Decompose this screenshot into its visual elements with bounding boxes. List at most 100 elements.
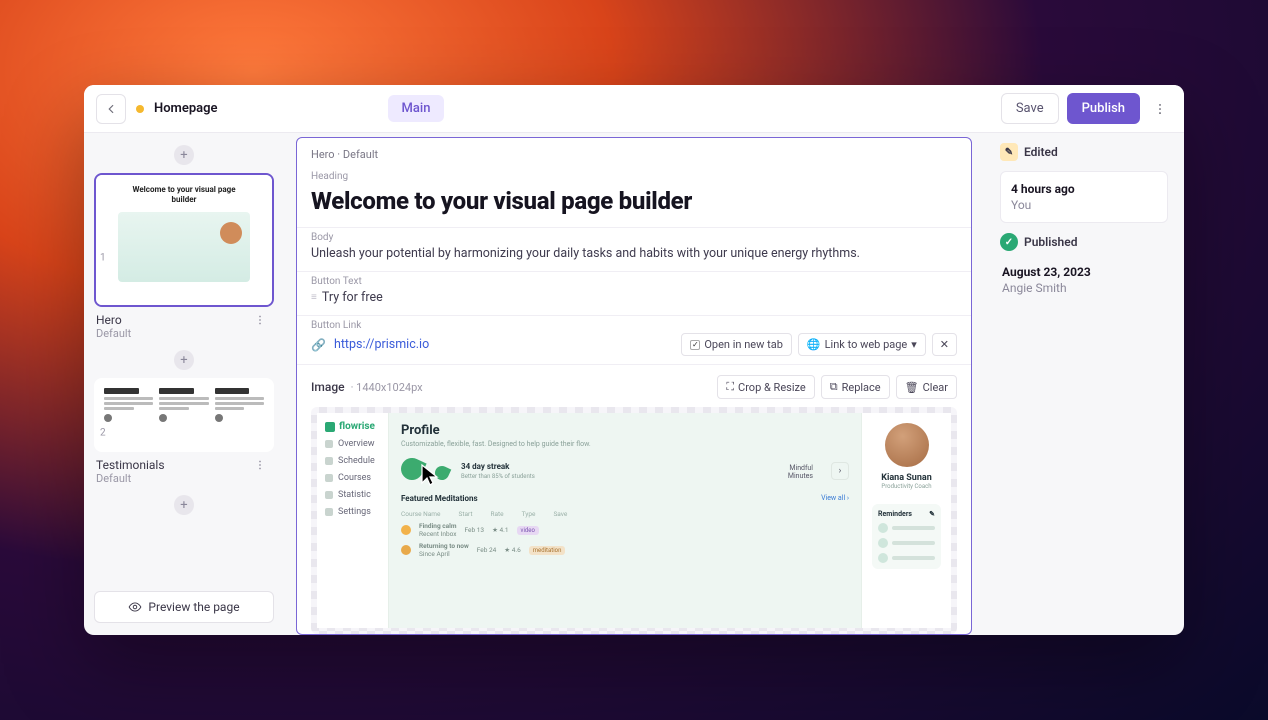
back-button[interactable]: [96, 94, 126, 124]
brand-logo-icon: [325, 422, 335, 432]
slice-menu-button[interactable]: [248, 459, 272, 471]
mock-chip: video: [517, 526, 539, 535]
slice-rail: + 1 Welcome to your visual pagebuilder H…: [84, 133, 284, 635]
mock-reminders-heading: Reminders: [878, 510, 912, 518]
crop-resize-button[interactable]: ⛶ Crop & Resize: [717, 375, 814, 399]
mock-nav-item: Overview: [338, 439, 374, 449]
button-text-input[interactable]: Try for free: [322, 289, 383, 307]
published-by: Angie Smith: [1002, 281, 1166, 295]
preview-title-line: builder: [172, 195, 197, 204]
mock-col: Course Name: [401, 510, 440, 518]
mock-profile-heading: Profile: [401, 423, 849, 438]
mock-featured-heading: Featured Meditations: [401, 494, 478, 503]
image-dimensions: 1440x1024px: [356, 381, 422, 394]
slice-variant: Default: [96, 327, 272, 340]
topbar: Homepage Main Save Publish: [84, 85, 1184, 133]
mock-cell: Feb 13: [465, 526, 485, 534]
replace-label: Replace: [842, 381, 881, 394]
field-label-button-text: Button Text: [311, 276, 957, 287]
mock-row-title: Returning to now: [419, 542, 469, 550]
edit-icon: ✎: [929, 510, 935, 518]
slice-name: Hero: [96, 313, 122, 327]
mock-chip: meditation: [529, 546, 566, 555]
slice-variant: Default: [96, 472, 272, 485]
mock-mindful: Mindful: [789, 464, 813, 472]
mock-col: Save: [553, 510, 567, 518]
trash-icon: 🗑: [905, 381, 919, 394]
heading-input[interactable]: Welcome to your visual page builder: [311, 184, 957, 219]
slice-preview: [96, 380, 272, 450]
image-field-label: Image: [311, 380, 345, 394]
body-input[interactable]: Unleash your potential by harmonizing yo…: [311, 245, 957, 263]
slice-preview: Welcome to your visual pagebuilder: [96, 175, 272, 305]
avatar: [885, 423, 929, 467]
button-link-input[interactable]: https://prismic.io: [334, 337, 429, 352]
preview-page-button[interactable]: Preview the page: [94, 591, 274, 623]
mock-col: Start: [458, 510, 472, 518]
status-dot-icon: [136, 105, 144, 113]
replace-image-button[interactable]: ⧉ Replace: [821, 375, 890, 399]
mock-profile-sub: Customizable, flexible, fast. Designed t…: [401, 440, 849, 448]
link-icon: 🔗: [311, 338, 326, 352]
globe-icon: ✓: [1000, 233, 1018, 251]
globe-icon: 🌐: [807, 338, 821, 351]
edited-card[interactable]: 4 hours ago You: [1000, 171, 1168, 223]
add-slice-top-button[interactable]: +: [174, 145, 194, 165]
mock-person-name: Kiana Sunan: [881, 473, 932, 483]
drag-handle-icon[interactable]: ≡: [311, 292, 316, 303]
add-slice-mid-button[interactable]: +: [174, 350, 194, 370]
brand-name: flowrise: [339, 421, 375, 432]
mock-mindful: Minutes: [788, 472, 813, 480]
mock-viewall: View all ›: [821, 494, 849, 502]
kebab-icon: [254, 314, 266, 326]
slice-card-hero[interactable]: Welcome to your visual pagebuilder: [94, 173, 274, 307]
mock-streak: 34 day streak: [461, 462, 509, 471]
image-mockup: flowrise Overview Schedule Courses Stati…: [317, 413, 951, 628]
more-menu-button[interactable]: [1148, 102, 1172, 116]
kebab-icon: [1153, 102, 1167, 116]
preview-title-line: Welcome to your visual page: [132, 185, 235, 194]
link-type-select[interactable]: 🌐Link to web page▾: [798, 333, 926, 356]
app-window: Homepage Main Save Publish + 1 Welcome t…: [84, 85, 1184, 635]
clear-link-button[interactable]: ✕: [932, 333, 957, 356]
mock-row-sub: Since April: [419, 550, 450, 558]
eye-icon: [128, 600, 142, 614]
editor-panel: Hero · Default Heading Welcome to your v…: [296, 137, 972, 635]
save-button[interactable]: Save: [1001, 93, 1059, 124]
slice-card-testimonials[interactable]: [94, 378, 274, 452]
published-heading: Published: [1024, 235, 1077, 249]
open-new-tab-label: Open in new tab: [704, 338, 783, 351]
edited-time: 4 hours ago: [1011, 182, 1157, 196]
mock-col: Rate: [490, 510, 503, 518]
mock-cell: Feb 24: [477, 546, 497, 554]
published-date: August 23, 2023: [1002, 265, 1166, 279]
slice-menu-button[interactable]: [248, 314, 272, 326]
field-label-heading: Heading: [311, 171, 957, 182]
slice-index: 2: [100, 427, 106, 438]
mock-person-role: Productivity Coach: [881, 483, 931, 490]
add-slice-bottom-button[interactable]: +: [174, 495, 194, 515]
replace-icon: ⧉: [830, 380, 838, 394]
mock-row-sub: Recent Inbox: [419, 530, 457, 538]
edited-by: You: [1011, 198, 1157, 212]
edited-heading: Edited: [1024, 145, 1058, 159]
preview-page-label: Preview the page: [148, 600, 239, 614]
mock-cell: 4.6: [512, 546, 521, 554]
clear-image-button[interactable]: 🗑 Clear: [896, 375, 957, 399]
mock-nav-item: Settings: [338, 507, 371, 517]
image-canvas[interactable]: flowrise Overview Schedule Courses Stati…: [311, 407, 957, 634]
crop-label: Crop & Resize: [738, 381, 806, 394]
tab-main[interactable]: Main: [388, 95, 445, 122]
mock-cell: 4.1: [500, 526, 509, 534]
field-label-button-link: Button Link: [311, 320, 957, 331]
crop-icon: ⛶: [726, 380, 734, 394]
breadcrumb: Homepage: [154, 101, 218, 116]
mock-nav-item: Schedule: [338, 456, 375, 466]
publish-button[interactable]: Publish: [1067, 93, 1140, 124]
open-new-tab-toggle[interactable]: ✓Open in new tab: [681, 333, 792, 356]
arrow-right-icon: ›: [831, 462, 849, 480]
chevron-down-icon: ▾: [911, 338, 917, 351]
clear-label: Clear: [923, 381, 948, 394]
mock-streak-sub: Better than 85% of students: [461, 473, 535, 480]
pencil-icon: ✎: [1000, 143, 1018, 161]
